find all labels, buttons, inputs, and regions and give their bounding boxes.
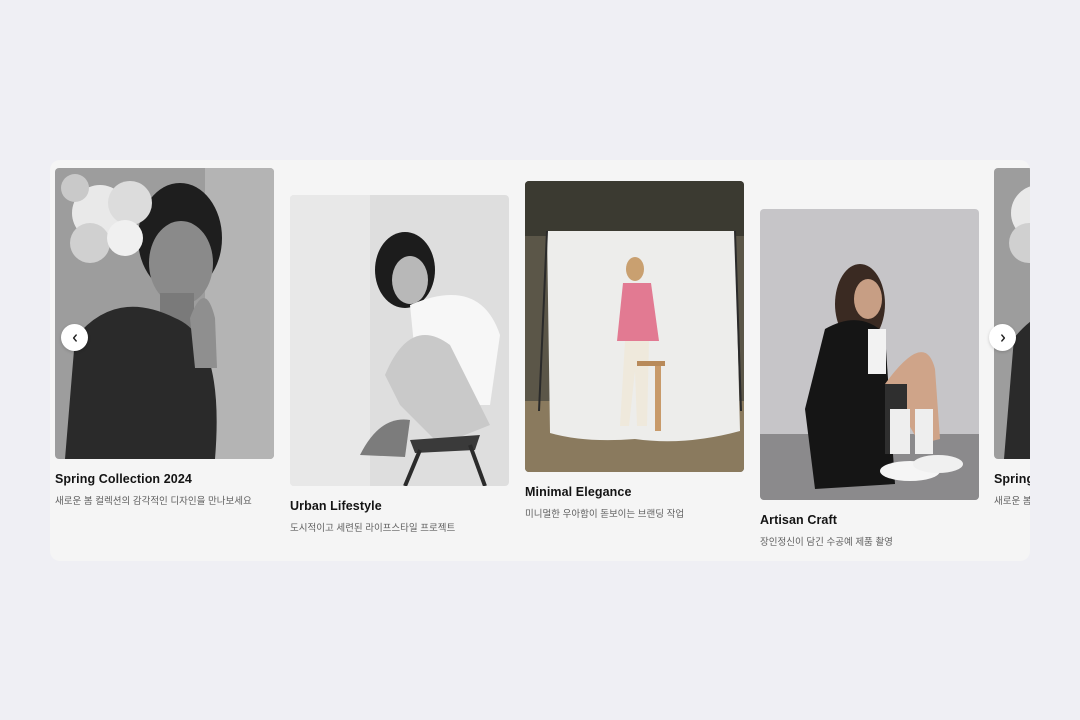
chevron-right-icon [1000,333,1005,342]
card-title: Spring Collection 2024 [55,472,192,486]
card-description: 미니멀한 우아함이 돋보이는 브랜딩 작업 [525,509,685,520]
card-description: 도시적이고 세련된 라이프스타일 프로젝트 [290,523,456,534]
carousel-card[interactable]: Artisan Craft 장인정신이 담긴 수공예 제품 촬영 [760,209,979,548]
card-image-urban-lifestyle [290,195,509,486]
card-image-artisan-craft [760,209,979,500]
portfolio-carousel: Spring Collection 2024 새로운 봄 컬렉션의 감각적인 디… [50,160,1030,561]
card-title: Spring Collection 2024 [994,472,1030,486]
card-title: Minimal Elegance [525,485,632,499]
carousel-card[interactable]: Minimal Elegance 미니멀한 우아함이 돋보이는 브랜딩 작업 [525,181,744,520]
card-title: Artisan Craft [760,513,838,527]
card-description: 새로운 봄 컬렉션의 감각적인 디자인을 만나보세요 [994,496,1030,507]
chevron-left-icon [72,333,77,342]
next-button[interactable] [989,324,1016,351]
card-image-minimal-elegance [525,181,744,472]
card-description: 장인정신이 담긴 수공예 제품 촬영 [760,537,893,548]
card-image-spring-collection [55,168,274,459]
prev-button[interactable] [61,324,88,351]
card-image-spring-collection [994,168,1030,459]
card-description: 새로운 봄 컬렉션의 감각적인 디자인을 만나보세요 [55,496,252,507]
carousel-card[interactable]: Urban Lifestyle 도시적이고 세련된 라이프스타일 프로젝트 [290,195,509,534]
card-title: Urban Lifestyle [290,499,382,513]
